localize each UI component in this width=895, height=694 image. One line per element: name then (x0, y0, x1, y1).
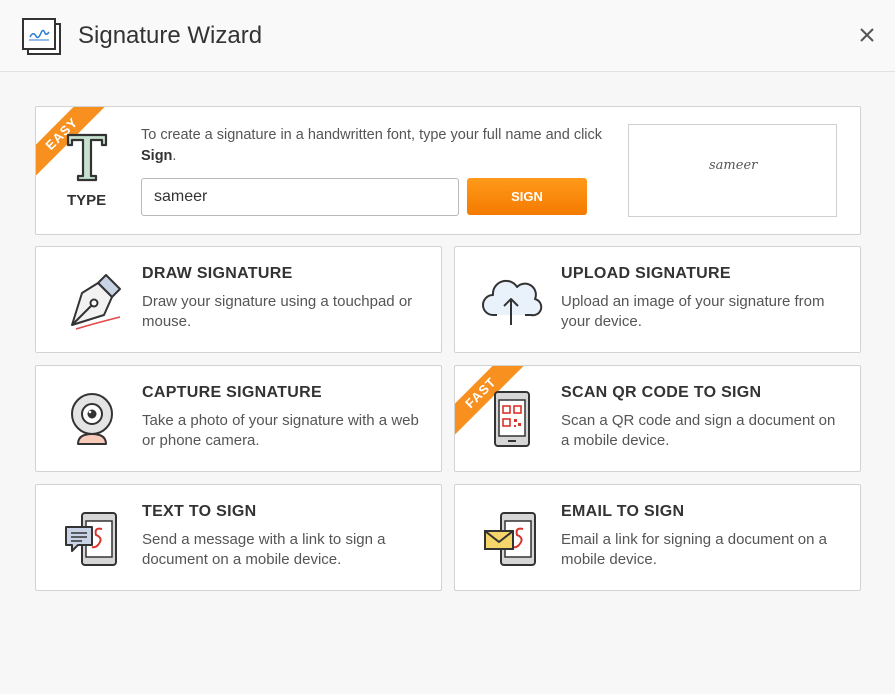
capture-signature-title: CAPTURE SIGNATURE (142, 384, 322, 401)
type-t-icon (66, 133, 108, 182)
capture-signature-card[interactable]: CAPTURE SIGNATURE Take a photo of your s… (35, 365, 442, 472)
sign-keyword: Sign (141, 148, 173, 164)
full-name-input[interactable] (141, 178, 459, 216)
signature-preview: sameer (628, 124, 837, 217)
type-signature-card: EASY TYPE To create a signature in a han… (35, 106, 861, 235)
close-icon[interactable] (854, 22, 880, 48)
text-to-sign-title: TEXT TO SIGN (142, 503, 257, 520)
type-label: TYPE (67, 192, 107, 209)
pen-nib-icon (71, 274, 121, 330)
email-to-sign-title: EMAIL TO SIGN (561, 503, 685, 520)
webcam-icon (71, 393, 113, 445)
qr-phone-icon (494, 391, 530, 447)
cloud-upload-icon (482, 279, 543, 325)
upload-signature-card[interactable]: UPLOAD SIGNATURE Upload an image of your… (454, 246, 861, 353)
email-phone-icon (484, 512, 536, 566)
upload-signature-title: UPLOAD SIGNATURE (561, 265, 731, 282)
scan-qr-card[interactable]: FAST SCAN QR CODE TO SIGN Scan a QR code… (454, 365, 861, 472)
email-to-sign-desc: Email a link for signing a document on a… (561, 531, 827, 568)
type-description: To create a signature in a handwritten f… (141, 127, 603, 164)
signature-preview-text: sameer (709, 158, 758, 173)
capture-signature-desc: Take a photo of your signature with a we… (142, 412, 419, 449)
sign-button[interactable]: SIGN (467, 178, 587, 215)
scan-qr-title: SCAN QR CODE TO SIGN (561, 384, 762, 401)
draw-signature-desc: Draw your signature using a touchpad or … (142, 293, 413, 330)
dialog-header: Signature Wizard (0, 0, 895, 72)
scan-qr-desc: Scan a QR code and sign a document on a … (561, 412, 836, 449)
upload-signature-desc: Upload an image of your signature from y… (561, 293, 825, 330)
email-to-sign-card[interactable]: EMAIL TO SIGN Email a link for signing a… (454, 484, 861, 591)
sms-phone-icon (65, 512, 117, 566)
draw-signature-title: DRAW SIGNATURE (142, 265, 293, 282)
dialog-title: Signature Wizard (78, 22, 263, 49)
text-to-sign-desc: Send a message with a link to sign a doc… (142, 531, 386, 568)
text-to-sign-card[interactable]: TEXT TO SIGN Send a message with a link … (35, 484, 442, 591)
draw-signature-card[interactable]: DRAW SIGNATURE Draw your signature using… (35, 246, 442, 353)
signature-app-icon (22, 18, 61, 55)
